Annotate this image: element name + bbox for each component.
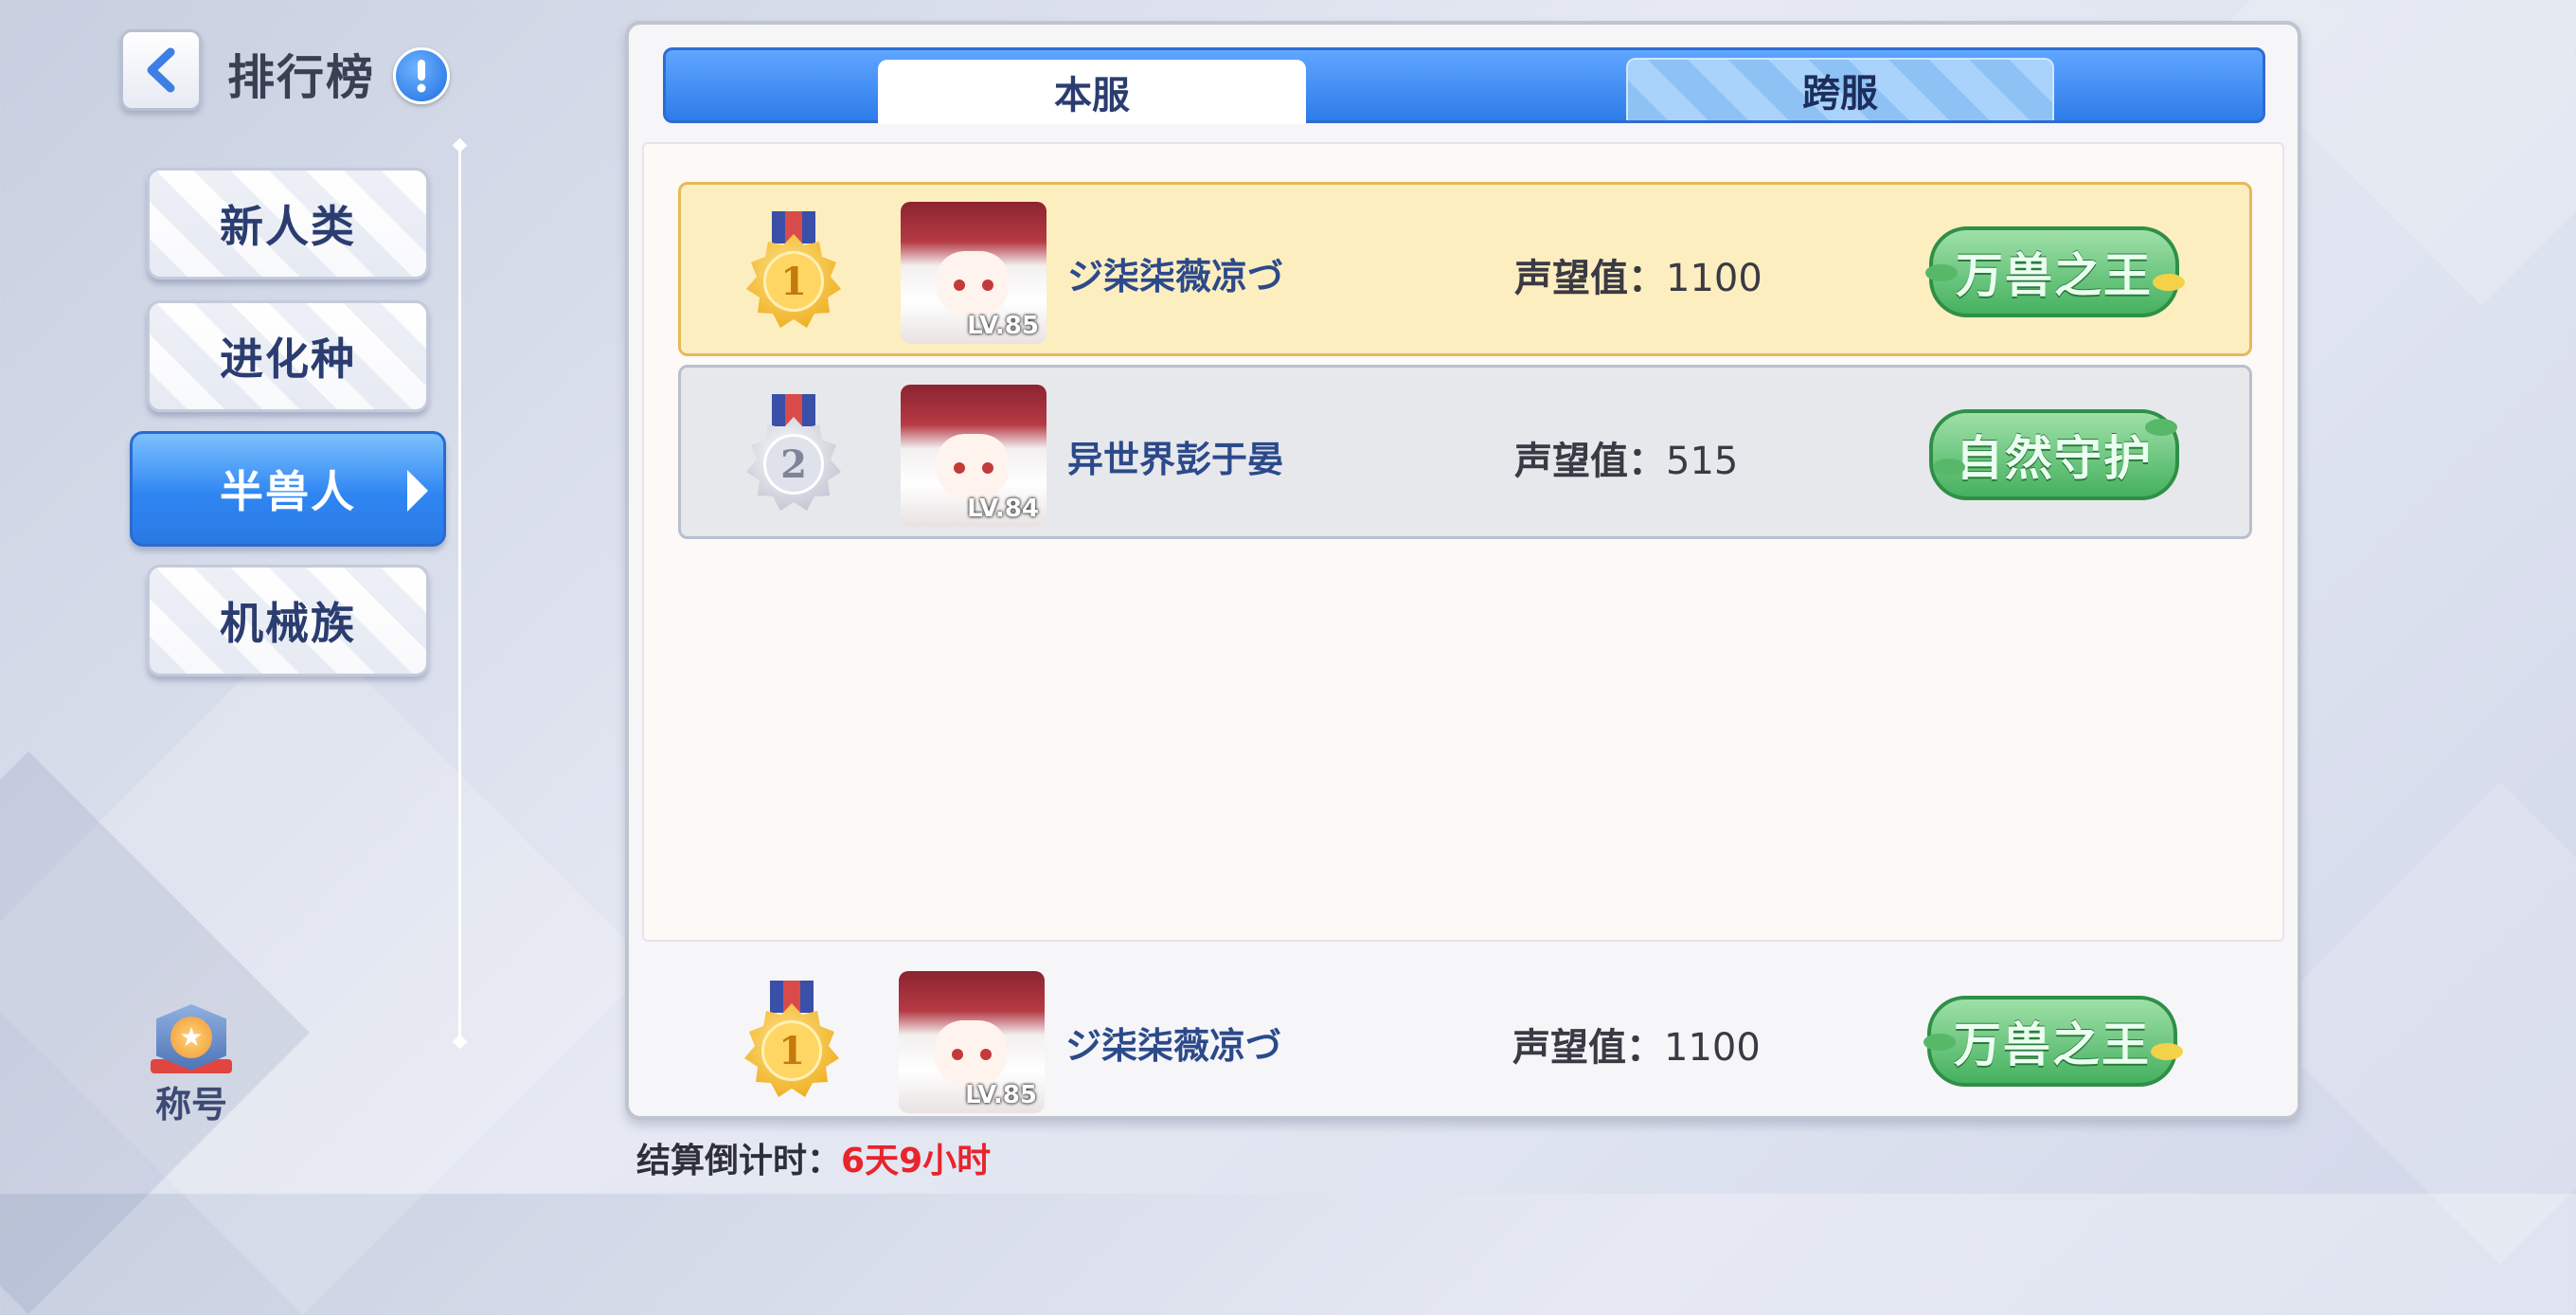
exclamation-icon <box>417 60 426 93</box>
page-title: 排行榜 <box>227 50 375 105</box>
star-icon: ★ <box>170 1016 212 1058</box>
prestige-value: 声望值：515 <box>1514 440 1739 483</box>
settlement-countdown: 结算倒计时：6天9小时 <box>636 1133 991 1182</box>
leaf-icon <box>1925 264 1958 281</box>
leaf-icon <box>1923 1034 1956 1051</box>
background-diamond <box>2259 782 2576 1265</box>
player-name: ジ柒柒薇凉づ <box>1065 1025 1282 1067</box>
category-tab-beastman[interactable]: 半兽人 <box>130 431 446 547</box>
leaf-icon <box>2145 419 2177 436</box>
rank-number: 2 <box>763 434 824 495</box>
rank-number: 1 <box>761 1020 822 1081</box>
chick-icon <box>2151 1043 2183 1060</box>
level-badge: LV.85 <box>965 1081 1037 1109</box>
back-button[interactable] <box>120 29 202 111</box>
category-label: 机械族 <box>220 598 356 649</box>
self-ranking-row[interactable]: 1 LV.85 ジ柒柒薇凉づ 声望值：1100 万兽之王 <box>676 951 2250 1126</box>
ranking-row[interactable]: 1 LV.85 ジ柒柒薇凉づ 声望值：1100 万兽之王 <box>678 182 2252 356</box>
category-tab-evolved[interactable]: 进化种 <box>147 300 429 412</box>
tab-cross-server[interactable]: 跨服 <box>1626 58 2054 120</box>
tab-label: 跨服 <box>1802 72 1878 116</box>
avatar[interactable]: LV.85 <box>901 202 1046 344</box>
prestige-value: 声望值：1100 <box>1512 1026 1761 1070</box>
divider-end-dot <box>452 137 468 153</box>
title-art-text: 万兽之王 <box>1929 226 2179 317</box>
chevron-left-icon <box>147 47 175 93</box>
category-tab-mechanical[interactable]: 机械族 <box>147 565 429 676</box>
level-badge: LV.85 <box>967 312 1039 340</box>
title-button[interactable]: ★ 称号 <box>142 1004 241 1127</box>
gold-medal-icon: 1 <box>743 211 844 334</box>
tab-label: 本服 <box>1054 74 1130 117</box>
avatar[interactable]: LV.84 <box>901 385 1046 527</box>
tab-local-server[interactable]: 本服 <box>878 60 1306 124</box>
info-button[interactable] <box>393 47 450 104</box>
title-art-badge: 自然守护 <box>1912 390 2196 519</box>
rank-number: 1 <box>763 251 824 312</box>
level-badge: LV.84 <box>967 495 1039 523</box>
countdown-value: 6天9小时 <box>841 1142 992 1180</box>
ranking-panel: 本服 跨服 1 LV.85 ジ柒柒薇凉づ 声望值：1100 万兽之王 2 LV.… <box>625 21 2301 1120</box>
category-label: 新人类 <box>220 201 356 252</box>
title-art-badge: 万兽之王 <box>1912 207 2196 336</box>
ranking-list[interactable]: 1 LV.85 ジ柒柒薇凉づ 声望值：1100 万兽之王 2 LV.84 异世界… <box>642 142 2284 942</box>
arrow-right-icon <box>407 470 428 512</box>
prestige-value: 声望值：1100 <box>1514 257 1762 300</box>
countdown-label: 结算倒计时： <box>636 1142 842 1180</box>
divider-line <box>458 144 461 1042</box>
title-art-text: 万兽之王 <box>1927 996 2177 1087</box>
player-name: ジ柒柒薇凉づ <box>1067 256 1284 297</box>
silver-medal-icon: 2 <box>743 394 844 517</box>
title-art-text: 自然守护 <box>1929 409 2179 500</box>
category-label: 进化种 <box>220 333 356 385</box>
category-label: 半兽人 <box>220 466 356 517</box>
chick-icon <box>2153 274 2185 291</box>
gold-medal-icon: 1 <box>742 981 842 1104</box>
leaf-icon <box>1933 459 1965 476</box>
avatar[interactable]: LV.85 <box>899 971 1045 1113</box>
player-name: 异世界彭于晏 <box>1067 439 1284 480</box>
ranking-row[interactable]: 2 LV.84 异世界彭于晏 声望值：515 自然守护 <box>678 365 2252 539</box>
title-art-badge: 万兽之王 <box>1910 977 2194 1106</box>
title-label: 称号 <box>154 1084 227 1126</box>
category-tab-new-human[interactable]: 新人类 <box>147 168 429 279</box>
server-tab-bar: 本服 跨服 <box>663 47 2265 124</box>
